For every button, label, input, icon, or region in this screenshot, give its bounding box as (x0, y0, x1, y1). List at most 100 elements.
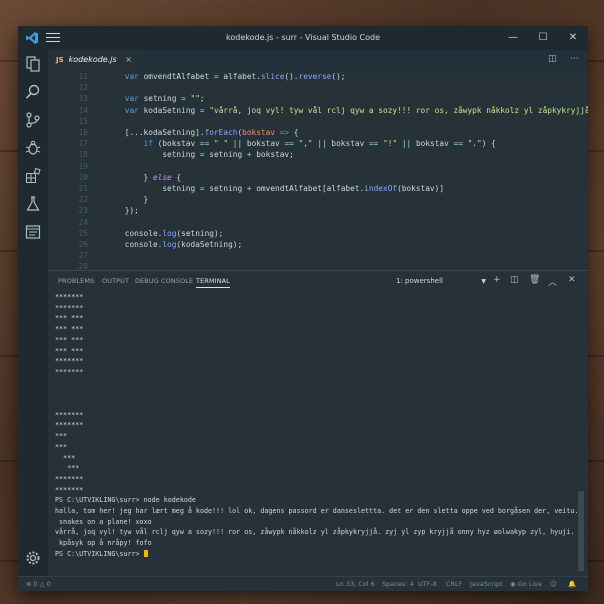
terminal-line: *** (55, 432, 67, 441)
tab-problems[interactable]: PROBLEMS (58, 277, 94, 285)
gear-icon[interactable] (25, 550, 41, 566)
code-line: } (106, 195, 149, 204)
code-token: == (368, 139, 379, 149)
search-icon[interactable] (25, 84, 41, 100)
line-number: 12 (78, 83, 88, 93)
maximize-icon[interactable]: ☐ (528, 26, 558, 50)
code-line: } else { (106, 172, 182, 182)
line-number: 15 (78, 116, 88, 126)
line-number: 21 (78, 184, 88, 193)
maximize-panel-icon[interactable]: ︿ (548, 275, 557, 288)
line-number: 19 (78, 161, 88, 171)
explorer-icon[interactable] (25, 56, 41, 72)
code-token: log (162, 240, 177, 249)
terminal-line: ******* (55, 357, 83, 366)
code-line: console.log(setning); (106, 228, 224, 238)
language-mode[interactable]: JavaScript (470, 577, 503, 591)
extensions-icon[interactable] (25, 168, 41, 184)
code-token: forEach (204, 128, 238, 137)
code-token: } (106, 172, 153, 182)
source-control-icon[interactable] (25, 112, 41, 128)
indentation[interactable]: Spaces: 4 (382, 577, 414, 591)
trash-icon[interactable]: 🗑 (529, 275, 540, 285)
code-token: bokstav; (251, 150, 294, 160)
encoding[interactable]: UTF-8 (418, 577, 437, 591)
add-terminal-icon[interactable]: + (493, 275, 501, 285)
remote-explorer-icon[interactable] (25, 224, 41, 240)
terminal-cursor (143, 549, 148, 557)
code-token: == (284, 139, 294, 149)
close-panel-icon[interactable]: ✕ (568, 275, 576, 285)
code-token: log (162, 228, 177, 238)
terminal-line: ******* (55, 421, 83, 430)
code-line: console.log(kodaSetning); (106, 240, 242, 249)
code-token: setning (106, 184, 200, 193)
line-number: 23 (78, 206, 88, 216)
code-token: slice (260, 72, 285, 81)
terminal-line-text: ******* (55, 303, 84, 312)
code-token: omvendtAlfabet[alfabet. (251, 184, 365, 193)
terminal-line-text: ******* (55, 474, 84, 483)
terminal-line-text: *** (55, 464, 80, 473)
split-terminal-icon[interactable]: ◫ (510, 275, 519, 285)
terminal-line-text: ******* (55, 293, 84, 301)
code-token: "vårrå, joq vyl! tyw vål rclj qyw a sozy… (209, 105, 588, 115)
code-token: { (289, 128, 299, 137)
close-tab-icon[interactable]: × (125, 50, 132, 70)
terminal-line: PS C:\UTVIKLING\surr> node kodekode (55, 496, 196, 505)
split-editor-icon[interactable]: ◫ (548, 54, 557, 64)
code-line: [...kodaSetning].forEach(bokstav => { (106, 128, 299, 137)
tab-label: kodekode.js (68, 55, 117, 64)
code-token: || (232, 139, 243, 149)
code-token: bokstav (411, 139, 454, 149)
terminal-line-text: *** (55, 453, 76, 462)
code-token: setning (138, 94, 182, 104)
more-actions-icon[interactable]: ··· (570, 54, 579, 64)
vscode-window: kodekode.js - surr - Visual Studio Code … (18, 26, 588, 591)
code-token: " " (214, 139, 229, 149)
flask-icon[interactable] (25, 196, 41, 212)
debug-icon[interactable] (25, 140, 41, 156)
terminal-line: vårrå, joq vyl! tyw vål rclj qyw a sozy!… (55, 528, 574, 537)
error-count[interactable]: ⊗ 0 △ 0 (26, 577, 51, 591)
code-token: (setning); (176, 228, 224, 238)
bell-icon[interactable]: 🔔 (568, 577, 576, 591)
feedback-icon[interactable]: ☺ (550, 577, 557, 591)
code-editor[interactable]: 11 var omvendtAlfabet = alfabet.slice().… (48, 70, 588, 270)
tab-kodekode-js[interactable]: JS kodekode.js × (48, 50, 138, 70)
tab-output[interactable]: OUTPUT (102, 277, 129, 285)
bottom-panel: PROBLEMS OUTPUT DEBUG CONSOLE TERMINAL 1… (48, 270, 588, 577)
code-token: omvendtAlfabet (138, 72, 214, 81)
line-number: 25 (78, 228, 88, 238)
line-number: 17 (78, 139, 88, 149)
close-window-icon[interactable]: ✕ (558, 26, 588, 50)
code-token: alfabet. (218, 72, 261, 81)
terminal-line: ******* (55, 486, 83, 495)
code-line: if (bokstav == " " || bokstav == "," || … (106, 139, 496, 148)
terminal-scrollbar[interactable] (578, 491, 584, 571)
terminal-select[interactable]: 1: powershell ▼ (396, 275, 486, 288)
tab-terminal[interactable]: TERMINAL (196, 277, 230, 288)
activity-bar (18, 50, 48, 591)
tab-debug-console[interactable]: DEBUG CONSOLE (135, 277, 193, 285)
code-token: if (143, 139, 153, 149)
code-token: setning (204, 150, 247, 160)
terminal-line-text: ******* (55, 485, 84, 494)
terminal-line-text: *** *** (55, 325, 84, 334)
terminal-line: *** (55, 464, 79, 473)
line-number: 20 (78, 172, 88, 182)
terminal-line: ******* (55, 304, 83, 313)
cursor-position[interactable]: Ln 33, Col 6 (336, 577, 375, 591)
terminal-line: snakes on a plane! xoxo (55, 518, 152, 527)
code-line: setning = setning + omvendtAlfabet[alfab… (106, 184, 444, 193)
go-live-button[interactable]: ◉ Go Live (510, 577, 542, 591)
code-token: { (171, 172, 182, 182)
line-ending[interactable]: CRLF (446, 577, 462, 591)
code-token: (); (331, 72, 346, 81)
minimize-icon[interactable]: — (498, 26, 528, 50)
line-number: 16 (78, 128, 88, 137)
code-token: (kodaSetning); (176, 240, 243, 249)
